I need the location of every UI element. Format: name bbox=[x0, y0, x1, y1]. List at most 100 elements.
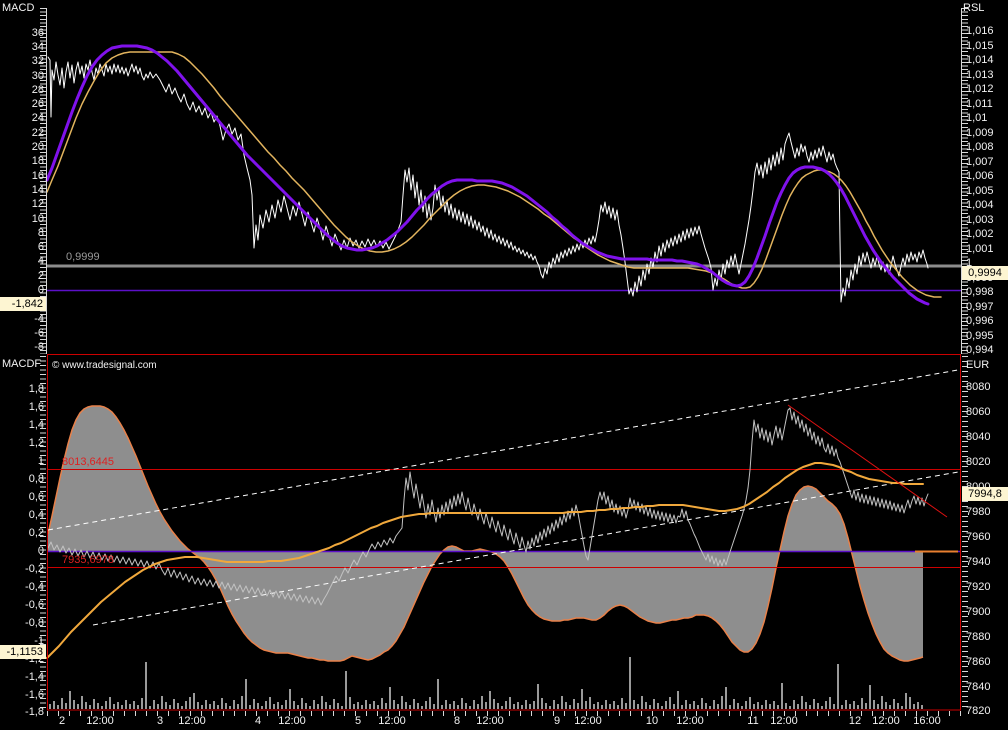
volume-bars bbox=[709, 706, 711, 709]
volume-bars bbox=[197, 702, 199, 709]
volume-bars bbox=[697, 705, 699, 709]
rsl-right-axis-label: 1,012 bbox=[966, 83, 994, 95]
volume-bars bbox=[321, 696, 323, 709]
volume-bars bbox=[437, 679, 439, 709]
volume-bars bbox=[93, 699, 95, 709]
volume-bars bbox=[573, 699, 575, 709]
volume-bars bbox=[101, 706, 103, 709]
volume-bars bbox=[285, 700, 287, 709]
volume-bars bbox=[369, 704, 371, 709]
rsl-right-axis-label: 1,014 bbox=[966, 54, 994, 66]
volume-bars bbox=[465, 703, 467, 709]
volume-bars bbox=[189, 697, 191, 709]
macdf-left-axis-label: -0,8 bbox=[25, 617, 44, 629]
volume-bars bbox=[505, 701, 507, 709]
volume-bars bbox=[69, 691, 71, 709]
time-axis-label: 12:00 bbox=[476, 715, 504, 727]
volume-bars bbox=[525, 700, 527, 709]
macdf-left-axis-label: 1,8 bbox=[28, 383, 44, 395]
lower-right-axis-title: EUR bbox=[966, 359, 990, 371]
volume-bars bbox=[597, 702, 599, 709]
volume-bars bbox=[913, 704, 915, 709]
volume-bars bbox=[97, 703, 99, 709]
macdf-left-axis-label: 1,2 bbox=[28, 437, 44, 449]
volume-bars bbox=[885, 702, 887, 709]
volume-bars bbox=[193, 693, 195, 709]
macdf-left-axis-label: 0 bbox=[37, 545, 44, 557]
volume-bars bbox=[921, 705, 923, 709]
volume-bars bbox=[881, 696, 883, 709]
volume-bars bbox=[209, 704, 211, 709]
rsl-right-axis-label: 0,996 bbox=[966, 315, 994, 327]
volume-bars bbox=[917, 702, 919, 709]
volume-bars bbox=[353, 704, 355, 709]
time-axis-label: 12:00 bbox=[770, 715, 798, 727]
volume-bars bbox=[433, 704, 435, 709]
volume-bars bbox=[809, 705, 811, 709]
volume-bars bbox=[65, 703, 67, 709]
volume-bars bbox=[385, 703, 387, 709]
rsl-right-axis-label: 1,016 bbox=[966, 25, 994, 37]
macdf-left-axis-label: -0,2 bbox=[25, 563, 44, 575]
volume-bars bbox=[293, 701, 295, 709]
volume-bars bbox=[73, 700, 75, 709]
macd-left-axis-label: 36 bbox=[31, 27, 44, 39]
volume-bars bbox=[57, 705, 59, 709]
macd-left-axis-label: 30 bbox=[31, 70, 44, 82]
rsl-right-axis-label: 0,997 bbox=[966, 301, 994, 313]
volume-bars bbox=[897, 703, 899, 709]
macdf-left-axis-label: 0,2 bbox=[28, 527, 44, 539]
macdf-left-axis-label: 1,4 bbox=[28, 419, 44, 431]
time-axis-label: 12:00 bbox=[378, 715, 406, 727]
volume-bars bbox=[589, 697, 591, 709]
volume-bars bbox=[485, 702, 487, 709]
volume-bars bbox=[661, 706, 663, 709]
volume-bars bbox=[329, 705, 331, 709]
eur-right-axis-label: 7920 bbox=[966, 581, 991, 593]
time-axis-label: 12:00 bbox=[574, 715, 602, 727]
volume-bars bbox=[721, 696, 723, 709]
rsl-right-axis-label: 1,015 bbox=[966, 40, 994, 52]
volume-bars bbox=[561, 696, 563, 709]
volume-bars bbox=[629, 657, 631, 709]
macdf-left-axis-label: -0,6 bbox=[25, 599, 44, 611]
volume-bars bbox=[225, 703, 227, 709]
macd-current-badge: -1,842 bbox=[0, 297, 46, 311]
volume-bars bbox=[281, 705, 283, 709]
volume-bars bbox=[557, 704, 559, 709]
volume-bars bbox=[405, 702, 407, 709]
eur-current-badge: 7994,8 bbox=[962, 487, 1008, 501]
volume-bars bbox=[253, 699, 255, 709]
volume-bars bbox=[837, 664, 839, 709]
volume-bars bbox=[461, 698, 463, 709]
volume-bars bbox=[821, 706, 823, 709]
volume-bars bbox=[509, 697, 511, 709]
macd-left-axis-label: 34 bbox=[31, 41, 44, 53]
macdf-left-axis-label: 0,4 bbox=[28, 509, 44, 521]
upper-left-axis-line bbox=[46, 8, 47, 354]
volume-bars bbox=[357, 702, 359, 709]
eur-right-axis-label: 8080 bbox=[966, 381, 991, 393]
volume-bars bbox=[701, 698, 703, 709]
macd-left-axis-label: 8 bbox=[37, 227, 44, 239]
copyright-watermark: © www.tradesignal.com bbox=[52, 360, 157, 371]
volume-bars bbox=[517, 702, 519, 709]
volume-bars bbox=[365, 700, 367, 709]
macdf-left-axis-label: 1 bbox=[37, 455, 44, 467]
macdf-left-axis-label: 0,8 bbox=[28, 473, 44, 485]
volume-bars bbox=[129, 704, 131, 709]
volume-bars bbox=[81, 696, 83, 709]
macd-left-axis-label: 6 bbox=[37, 241, 44, 253]
volume-bars bbox=[481, 696, 483, 709]
volume-bars bbox=[537, 684, 539, 709]
macdf-left-axis-label: 1,6 bbox=[28, 401, 44, 413]
volume-bars bbox=[49, 704, 51, 709]
volume-bars bbox=[781, 683, 783, 709]
volume-bars bbox=[273, 704, 275, 709]
volume-bars bbox=[457, 705, 459, 709]
volume-bars bbox=[413, 699, 415, 709]
volume-bars bbox=[85, 702, 87, 709]
volume-bars bbox=[417, 703, 419, 709]
volume-bars bbox=[289, 689, 291, 709]
volume-bars bbox=[901, 706, 903, 709]
